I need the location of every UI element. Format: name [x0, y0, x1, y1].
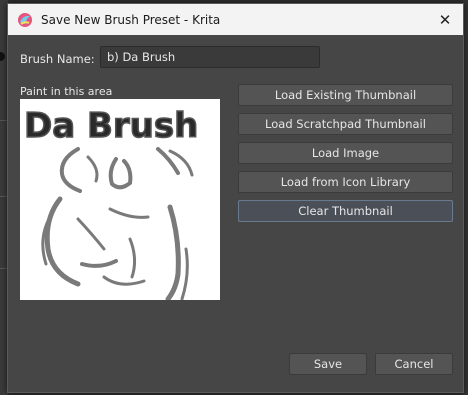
- window-title: Save New Brush Preset - Krita: [41, 12, 221, 27]
- load-image-button[interactable]: Load Image: [238, 142, 453, 164]
- load-existing-thumbnail-button[interactable]: Load Existing Thumbnail: [238, 84, 453, 106]
- thumbnail-text: Da Brush: [24, 106, 198, 146]
- cancel-button[interactable]: Cancel: [375, 353, 453, 375]
- load-from-icon-library-button[interactable]: Load from Icon Library: [238, 171, 453, 193]
- save-brush-preset-dialog: Save New Brush Preset - Krita ✕ Brush Na…: [7, 3, 464, 393]
- thumbnail-drawing: Da Brush: [23, 105, 199, 302]
- paint-area-label: Paint in this area: [20, 85, 113, 98]
- krita-app-icon: [18, 12, 32, 27]
- save-button[interactable]: Save: [289, 353, 367, 375]
- brush-name-label: Brush Name:: [20, 52, 95, 66]
- title-bar[interactable]: Save New Brush Preset - Krita ✕: [8, 4, 463, 35]
- background-dot: [0, 52, 5, 61]
- brush-name-input[interactable]: [100, 46, 320, 68]
- close-button[interactable]: ✕: [433, 8, 457, 31]
- load-scratchpad-thumbnail-button[interactable]: Load Scratchpad Thumbnail: [238, 113, 453, 135]
- clear-thumbnail-button[interactable]: Clear Thumbnail: [238, 200, 453, 222]
- thumbnail-paint-area[interactable]: Da Brush: [20, 99, 220, 302]
